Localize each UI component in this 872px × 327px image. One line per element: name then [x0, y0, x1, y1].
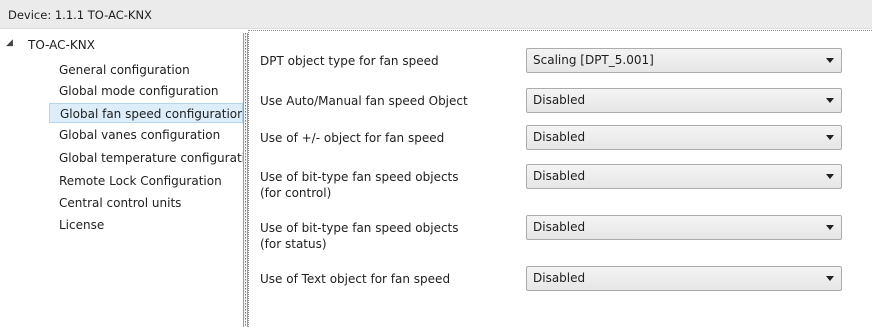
- plus-minus-value: Disabled: [533, 130, 586, 144]
- chevron-down-icon: [826, 225, 834, 230]
- dpt-type-value: Scaling [DPT_5.001]: [533, 53, 654, 67]
- tree-item-central-control-units[interactable]: Central control units: [55, 193, 243, 213]
- param-label-bit-control-line2: (for control): [260, 186, 332, 200]
- collapse-arrow-icon[interactable]: ◢: [6, 38, 13, 48]
- parameters-panel: DPT object type for fan speed Scaling [D…: [248, 30, 872, 327]
- auto-manual-value: Disabled: [533, 93, 586, 107]
- chevron-down-icon: [826, 276, 834, 281]
- tree-root-label: TO-AC-KNX: [28, 38, 95, 52]
- tree-item-global-mode-configuration[interactable]: Global mode configuration: [55, 81, 243, 101]
- tree-item-general-configuration[interactable]: General configuration: [55, 60, 243, 80]
- text-object-value: Disabled: [533, 271, 586, 285]
- param-label-plus-minus: Use of +/- object for fan speed: [260, 131, 445, 145]
- tree-item-global-temperature-configuration[interactable]: Global temperature configurati: [55, 148, 243, 168]
- bit-control-select[interactable]: Disabled: [526, 164, 842, 189]
- tree-item-license[interactable]: License: [55, 215, 243, 235]
- chevron-down-icon: [826, 174, 834, 179]
- device-header: Device: 1.1.1 TO-AC-KNX: [0, 0, 872, 29]
- plus-minus-select[interactable]: Disabled: [526, 125, 842, 150]
- bit-status-value: Disabled: [533, 220, 586, 234]
- tree-item-global-fan-speed-configuration[interactable]: Global fan speed configuration: [49, 103, 243, 123]
- dpt-type-select[interactable]: Scaling [DPT_5.001]: [526, 48, 842, 73]
- auto-manual-select[interactable]: Disabled: [526, 88, 842, 113]
- param-label-bit-control-line1: Use of bit-type fan speed objects: [260, 170, 459, 184]
- param-label-dpt-type: DPT object type for fan speed: [260, 54, 439, 68]
- tree-item-global-vanes-configuration[interactable]: Global vanes configuration: [55, 125, 243, 145]
- text-object-select[interactable]: Disabled: [526, 266, 842, 291]
- chevron-down-icon: [826, 98, 834, 103]
- parameter-tree: ◢ TO-AC-KNX General configuration Global…: [0, 30, 243, 327]
- param-label-bit-status: Use of bit-type fan speed objects (for s…: [260, 220, 510, 252]
- param-label-text-object: Use of Text object for fan speed: [260, 272, 451, 286]
- device-title: Device: 1.1.1 TO-AC-KNX: [8, 8, 152, 22]
- tree-item-remote-lock-configuration[interactable]: Remote Lock Configuration: [55, 171, 243, 191]
- chevron-down-icon: [826, 135, 834, 140]
- bit-status-select[interactable]: Disabled: [526, 215, 842, 240]
- param-label-bit-control: Use of bit-type fan speed objects (for c…: [260, 169, 510, 201]
- chevron-down-icon: [826, 58, 834, 63]
- param-label-bit-status-line2: (for status): [260, 237, 327, 251]
- param-label-bit-status-line1: Use of bit-type fan speed objects: [260, 221, 459, 235]
- param-label-auto-manual: Use Auto/Manual fan speed Object: [260, 94, 468, 108]
- bit-control-value: Disabled: [533, 169, 586, 183]
